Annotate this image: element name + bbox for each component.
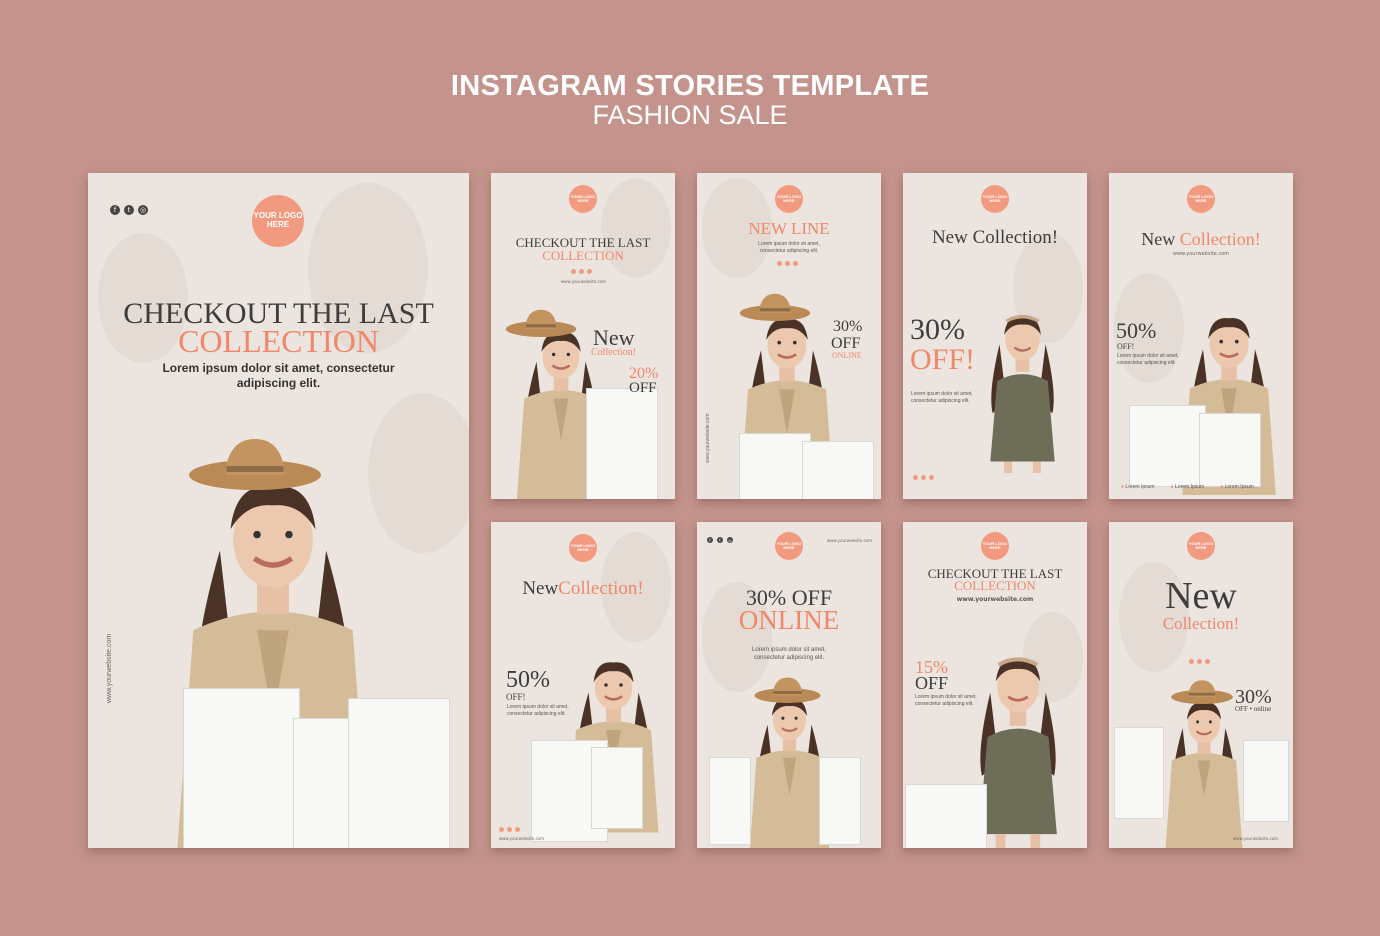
story-card[interactable]: YOUR LOGO HERE NewCollection! 50% OFF! L… [491,522,675,848]
discount-value: 50% [506,667,550,693]
shopping-bag [1114,727,1164,819]
discount-value: 30% [833,318,863,335]
shopping-bag [183,688,300,848]
story-main[interactable]: f t ◎ YOUR LOGO HERE CHECKOUT THE LAST C… [88,173,469,848]
instagram-icon[interactable]: ◎ [138,205,148,215]
website-text: www.yourwebsite.com [827,538,873,543]
story-title-accent: Collection! [1179,229,1261,249]
lorem-item: Lorem Ipsum [1171,484,1204,490]
shopping-bag [905,784,987,848]
hat-graphic [180,425,330,495]
website-text: www.yourwebsite.com [1233,836,1279,841]
logo-badge: YOUR LOGO HERE [252,195,304,247]
story-card[interactable]: YOUR LOGO HERE New Collection! 30% OFF! … [903,173,1087,499]
page-subtitle: FASHION SALE [592,100,788,130]
shopping-bag [802,441,874,499]
story-main-website: www.yourwebsite.com [106,633,113,703]
shopping-bag [1129,405,1206,487]
lorem-text: Lorem ipsum dolor sit amet, consectetur … [911,391,973,404]
logo-badge: YOUR LOGO HERE [981,185,1009,213]
hat-graphic [501,301,581,341]
lorem-text: Lorem ipsum dolor sit amet, consectetur … [1117,353,1179,366]
story-card[interactable]: YOUR LOGO HERE NEW LINE Lorem ipsum dolo… [697,173,881,499]
discount-word: OFF! [506,692,526,702]
logo-badge: YOUR LOGO HERE [775,185,803,213]
discount-word: OFF [629,380,657,396]
facebook-icon[interactable]: f [707,537,713,543]
instagram-icon[interactable]: ◎ [727,537,733,543]
shopping-bag [709,757,751,845]
story-title-accent: COLLECTION [954,578,1036,593]
social-icons [1189,659,1210,664]
social-icons [499,827,520,832]
promo-sub: Collection! [591,347,636,358]
twitter-icon[interactable]: t [717,537,723,543]
story-card[interactable]: f t ◎ www.yourwebsite.com YOUR LOGO HERE… [697,522,881,848]
page-title: INSTAGRAM STORIES TEMPLATE [450,70,930,102]
logo-badge: YOUR LOGO HERE [981,532,1009,560]
shopping-bag [348,698,450,848]
lorem-item: Lorem Ipsum [1121,484,1154,490]
story-card[interactable]: YOUR LOGO HERE New Collection! 30% OFF •… [1109,522,1293,848]
hat-graphic [735,285,815,325]
shopping-bag [591,747,643,829]
lorem-text: Lorem ipsum dolor sit amet, consectetur … [758,241,820,254]
lorem-item: Lorem Ipsum [1220,484,1254,490]
logo-badge: YOUR LOGO HERE [1187,532,1215,560]
story-main-headline-accent: COLLECTION [178,323,379,359]
website-text: www.yourwebsite.com [956,596,1034,603]
story-card[interactable]: YOUR LOGO HERE CHECKOUT THE LAST COLLECT… [491,173,675,499]
story-title-accent: COLLECTION [542,248,624,263]
story-title: NewCollection! [491,578,675,600]
social-icons: f t ◎ [110,205,148,215]
logo-badge: YOUR LOGO HERE [569,534,597,562]
story-title: New Collection! [931,227,1059,248]
social-icons [571,269,592,274]
shopping-bag [1199,413,1261,487]
facebook-icon[interactable]: f [110,205,120,215]
discount-word: OFF [915,673,949,693]
story-title-accent: ONLINE [738,605,840,635]
social-icons [913,475,934,480]
model-photo [965,263,1080,499]
story-title-accent: Collection! [1162,614,1240,633]
hat-graphic [750,672,825,704]
website-text: www.yourwebsite.com [499,836,545,841]
website-vertical: www.yourwebsite.com [705,413,711,463]
lorem-text: Lorem ipsum dolor sit amet, consectetur … [915,694,977,707]
logo-badge: YOUR LOGO HERE [1187,185,1215,213]
logo-badge: YOUR LOGO HERE [569,185,597,213]
story-title: New Collection! [1109,229,1293,250]
social-icons: f t ◎ [707,537,733,543]
shopping-bag [739,433,811,499]
story-card[interactable]: YOUR LOGO HERE New Collection! www.yourw… [1109,173,1293,499]
story-title: New [1165,575,1237,617]
story-title-accent: Collection! [558,578,644,599]
lorem-list: Lorem Ipsum Lorem Ipsum Lorem Ipsum [1121,484,1254,490]
lorem-text: Lorem ipsum dolor sit amet, consectetur … [507,704,569,717]
story-title: NEW LINE [748,219,830,238]
story-title-lead: New [1141,229,1180,249]
lorem-text: Lorem ipsum dolor sit amet, consectetur … [751,647,827,661]
twitter-icon[interactable]: t [124,205,134,215]
discount-value: 30% [910,313,965,346]
discount-word: OFF • online [1235,705,1272,713]
discount-word: OFF! [1117,342,1135,351]
story-title-lead: New [522,578,559,599]
shopping-bag [586,388,658,499]
hat-graphic [1167,675,1237,705]
shopping-bag [819,757,861,845]
logo-badge: YOUR LOGO HERE [775,532,803,560]
shopping-bag [1243,740,1289,822]
discount-value: 50% [1116,318,1157,343]
social-icons [777,261,798,266]
story-card[interactable]: YOUR LOGO HERE CHECKOUT THE LAST COLLECT… [903,522,1087,848]
website-text: www.yourwebsite.com [561,279,607,284]
story-main-body: Lorem ipsum dolor sit amet, consectetur … [162,361,395,390]
discount-sub: ONLINE [832,351,862,360]
discount-word: OFF! [910,343,976,376]
website-text: www.yourwebsite.com [1172,251,1230,257]
